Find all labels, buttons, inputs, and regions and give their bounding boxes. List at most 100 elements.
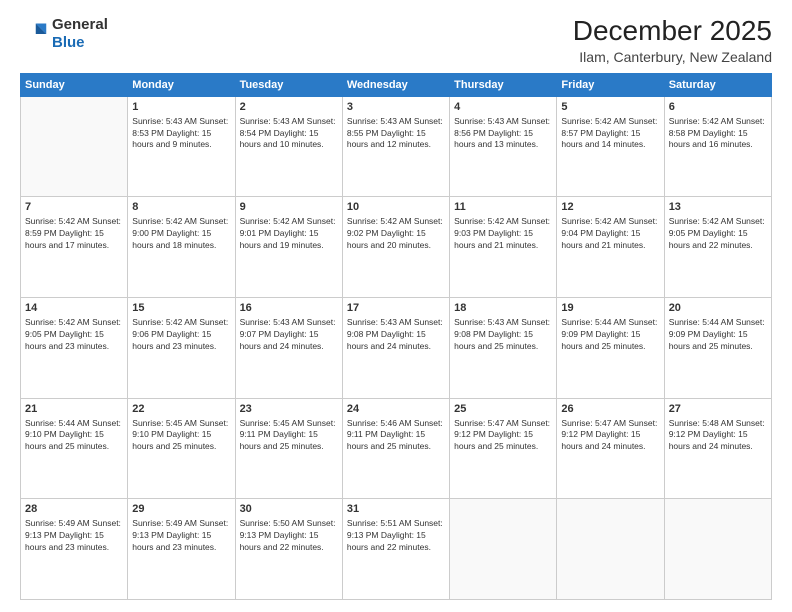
day-number: 21 [25, 402, 123, 417]
logo-text: General Blue [52, 16, 108, 52]
calendar-cell: 1Sunrise: 5:43 AM Sunset: 8:53 PM Daylig… [128, 96, 235, 197]
calendar-cell [450, 499, 557, 600]
calendar-day-header: Saturday [664, 73, 771, 96]
calendar-cell: 25Sunrise: 5:47 AM Sunset: 9:12 PM Dayli… [450, 398, 557, 499]
day-info: Sunrise: 5:42 AM Sunset: 9:05 PM Dayligh… [669, 216, 767, 252]
day-number: 10 [347, 200, 445, 215]
day-info: Sunrise: 5:43 AM Sunset: 8:55 PM Dayligh… [347, 116, 445, 152]
calendar-week-row: 1Sunrise: 5:43 AM Sunset: 8:53 PM Daylig… [21, 96, 772, 197]
day-info: Sunrise: 5:48 AM Sunset: 9:12 PM Dayligh… [669, 418, 767, 454]
day-number: 7 [25, 200, 123, 215]
day-info: Sunrise: 5:51 AM Sunset: 9:13 PM Dayligh… [347, 518, 445, 554]
day-number: 30 [240, 502, 338, 517]
calendar-day-header: Tuesday [235, 73, 342, 96]
day-info: Sunrise: 5:42 AM Sunset: 9:03 PM Dayligh… [454, 216, 552, 252]
day-number: 13 [669, 200, 767, 215]
day-number: 12 [561, 200, 659, 215]
logo-blue: Blue [52, 34, 85, 51]
calendar-cell: 27Sunrise: 5:48 AM Sunset: 9:12 PM Dayli… [664, 398, 771, 499]
day-info: Sunrise: 5:44 AM Sunset: 9:09 PM Dayligh… [561, 317, 659, 353]
calendar-cell: 2Sunrise: 5:43 AM Sunset: 8:54 PM Daylig… [235, 96, 342, 197]
day-info: Sunrise: 5:42 AM Sunset: 9:01 PM Dayligh… [240, 216, 338, 252]
day-number: 23 [240, 402, 338, 417]
day-number: 17 [347, 301, 445, 316]
day-number: 20 [669, 301, 767, 316]
day-number: 14 [25, 301, 123, 316]
day-number: 1 [132, 100, 230, 115]
day-info: Sunrise: 5:47 AM Sunset: 9:12 PM Dayligh… [454, 418, 552, 454]
day-number: 31 [347, 502, 445, 517]
calendar-cell: 14Sunrise: 5:42 AM Sunset: 9:05 PM Dayli… [21, 298, 128, 399]
calendar-cell: 11Sunrise: 5:42 AM Sunset: 9:03 PM Dayli… [450, 197, 557, 298]
logo-general: General [52, 16, 108, 33]
calendar-day-header: Friday [557, 73, 664, 96]
calendar-cell [557, 499, 664, 600]
calendar-cell: 17Sunrise: 5:43 AM Sunset: 9:08 PM Dayli… [342, 298, 449, 399]
calendar-cell: 5Sunrise: 5:42 AM Sunset: 8:57 PM Daylig… [557, 96, 664, 197]
day-info: Sunrise: 5:49 AM Sunset: 9:13 PM Dayligh… [132, 518, 230, 554]
day-info: Sunrise: 5:42 AM Sunset: 9:00 PM Dayligh… [132, 216, 230, 252]
calendar-cell: 21Sunrise: 5:44 AM Sunset: 9:10 PM Dayli… [21, 398, 128, 499]
calendar-day-header: Monday [128, 73, 235, 96]
calendar-table: SundayMondayTuesdayWednesdayThursdayFrid… [20, 73, 772, 600]
calendar-day-header: Wednesday [342, 73, 449, 96]
day-number: 18 [454, 301, 552, 316]
calendar-cell: 30Sunrise: 5:50 AM Sunset: 9:13 PM Dayli… [235, 499, 342, 600]
day-number: 29 [132, 502, 230, 517]
calendar-cell: 3Sunrise: 5:43 AM Sunset: 8:55 PM Daylig… [342, 96, 449, 197]
day-info: Sunrise: 5:44 AM Sunset: 9:09 PM Dayligh… [669, 317, 767, 353]
day-number: 3 [347, 100, 445, 115]
calendar-cell: 10Sunrise: 5:42 AM Sunset: 9:02 PM Dayli… [342, 197, 449, 298]
calendar-cell: 18Sunrise: 5:43 AM Sunset: 9:08 PM Dayli… [450, 298, 557, 399]
calendar-cell: 20Sunrise: 5:44 AM Sunset: 9:09 PM Dayli… [664, 298, 771, 399]
calendar-cell: 23Sunrise: 5:45 AM Sunset: 9:11 PM Dayli… [235, 398, 342, 499]
day-info: Sunrise: 5:42 AM Sunset: 9:02 PM Dayligh… [347, 216, 445, 252]
calendar-cell: 24Sunrise: 5:46 AM Sunset: 9:11 PM Dayli… [342, 398, 449, 499]
day-number: 19 [561, 301, 659, 316]
logo: General Blue [20, 16, 108, 52]
page: General Blue December 2025 Ilam, Canterb… [0, 0, 792, 612]
day-info: Sunrise: 5:42 AM Sunset: 9:05 PM Dayligh… [25, 317, 123, 353]
day-info: Sunrise: 5:43 AM Sunset: 8:54 PM Dayligh… [240, 116, 338, 152]
calendar-day-header: Sunday [21, 73, 128, 96]
calendar-week-row: 14Sunrise: 5:42 AM Sunset: 9:05 PM Dayli… [21, 298, 772, 399]
page-title: December 2025 [573, 16, 772, 47]
day-info: Sunrise: 5:42 AM Sunset: 8:59 PM Dayligh… [25, 216, 123, 252]
day-number: 28 [25, 502, 123, 517]
calendar-cell: 12Sunrise: 5:42 AM Sunset: 9:04 PM Dayli… [557, 197, 664, 298]
day-number: 27 [669, 402, 767, 417]
calendar-header-row: SundayMondayTuesdayWednesdayThursdayFrid… [21, 73, 772, 96]
day-info: Sunrise: 5:42 AM Sunset: 8:57 PM Dayligh… [561, 116, 659, 152]
day-number: 15 [132, 301, 230, 316]
calendar-cell: 7Sunrise: 5:42 AM Sunset: 8:59 PM Daylig… [21, 197, 128, 298]
calendar-cell: 19Sunrise: 5:44 AM Sunset: 9:09 PM Dayli… [557, 298, 664, 399]
calendar-cell: 28Sunrise: 5:49 AM Sunset: 9:13 PM Dayli… [21, 499, 128, 600]
calendar-cell: 29Sunrise: 5:49 AM Sunset: 9:13 PM Dayli… [128, 499, 235, 600]
calendar-day-header: Thursday [450, 73, 557, 96]
calendar-cell: 31Sunrise: 5:51 AM Sunset: 9:13 PM Dayli… [342, 499, 449, 600]
page-subtitle: Ilam, Canterbury, New Zealand [573, 49, 772, 65]
day-info: Sunrise: 5:42 AM Sunset: 9:04 PM Dayligh… [561, 216, 659, 252]
day-info: Sunrise: 5:43 AM Sunset: 8:56 PM Dayligh… [454, 116, 552, 152]
day-info: Sunrise: 5:47 AM Sunset: 9:12 PM Dayligh… [561, 418, 659, 454]
calendar-cell: 22Sunrise: 5:45 AM Sunset: 9:10 PM Dayli… [128, 398, 235, 499]
calendar-cell: 16Sunrise: 5:43 AM Sunset: 9:07 PM Dayli… [235, 298, 342, 399]
day-info: Sunrise: 5:43 AM Sunset: 9:07 PM Dayligh… [240, 317, 338, 353]
logo-icon [20, 20, 48, 48]
day-info: Sunrise: 5:43 AM Sunset: 9:08 PM Dayligh… [347, 317, 445, 353]
day-number: 11 [454, 200, 552, 215]
calendar-cell: 6Sunrise: 5:42 AM Sunset: 8:58 PM Daylig… [664, 96, 771, 197]
day-info: Sunrise: 5:50 AM Sunset: 9:13 PM Dayligh… [240, 518, 338, 554]
calendar-cell: 9Sunrise: 5:42 AM Sunset: 9:01 PM Daylig… [235, 197, 342, 298]
day-number: 26 [561, 402, 659, 417]
day-info: Sunrise: 5:44 AM Sunset: 9:10 PM Dayligh… [25, 418, 123, 454]
day-info: Sunrise: 5:43 AM Sunset: 8:53 PM Dayligh… [132, 116, 230, 152]
day-info: Sunrise: 5:49 AM Sunset: 9:13 PM Dayligh… [25, 518, 123, 554]
day-number: 4 [454, 100, 552, 115]
calendar-cell: 26Sunrise: 5:47 AM Sunset: 9:12 PM Dayli… [557, 398, 664, 499]
day-number: 16 [240, 301, 338, 316]
day-info: Sunrise: 5:42 AM Sunset: 9:06 PM Dayligh… [132, 317, 230, 353]
calendar-week-row: 21Sunrise: 5:44 AM Sunset: 9:10 PM Dayli… [21, 398, 772, 499]
calendar-week-row: 7Sunrise: 5:42 AM Sunset: 8:59 PM Daylig… [21, 197, 772, 298]
day-number: 5 [561, 100, 659, 115]
